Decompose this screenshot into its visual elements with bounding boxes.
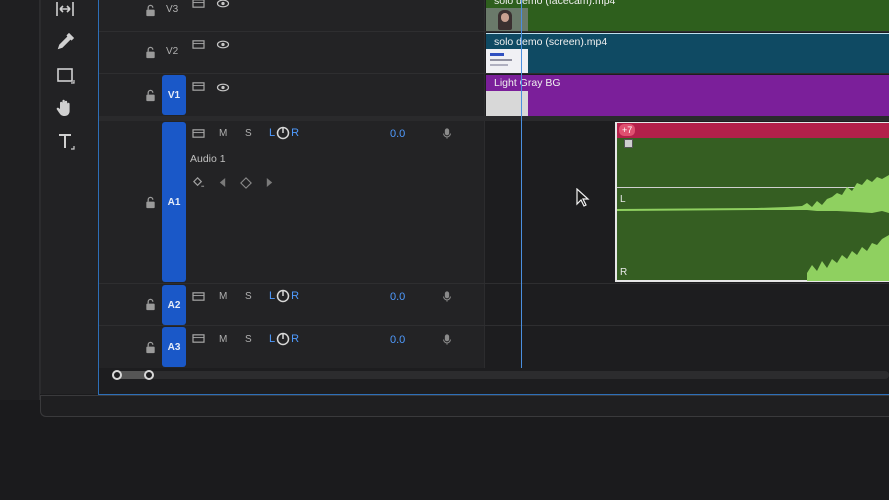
track-patch-v1[interactable]: V1 [162, 75, 186, 115]
mute-button[interactable]: M [219, 291, 227, 302]
track-name-a1[interactable]: Audio 1 [190, 153, 226, 165]
video-audio-divider[interactable] [99, 116, 889, 121]
hand-icon[interactable] [52, 96, 78, 120]
pan-knob[interactable]: L R [269, 126, 299, 140]
clip-a1-audio[interactable]: +7 L R [615, 122, 889, 282]
solo-button[interactable]: S [245, 334, 252, 345]
eye-icon[interactable] [216, 38, 230, 50]
audio-waveform [617, 175, 889, 281]
track-separator [99, 31, 889, 32]
clip-v1[interactable]: Light Gray BG [486, 75, 889, 116]
track-patch-a1[interactable]: A1 [162, 122, 186, 282]
track-patch-a2[interactable]: A2 [162, 285, 186, 325]
film-icon[interactable] [191, 127, 205, 139]
clip-title: solo demo (screen).mp4 [494, 36, 608, 48]
microphone-icon[interactable] [440, 127, 454, 139]
lock-icon[interactable] [143, 45, 157, 59]
zoom-scrollbar[interactable] [112, 371, 889, 379]
track-separator [99, 325, 889, 326]
track-patch-a3[interactable]: A3 [162, 327, 186, 367]
add-keyframe-icon[interactable] [240, 176, 252, 189]
lock-icon[interactable] [143, 3, 157, 17]
mute-button[interactable]: M [219, 334, 227, 345]
microphone-icon[interactable] [440, 290, 454, 302]
film-icon[interactable] [191, 80, 205, 92]
film-icon[interactable] [191, 332, 205, 344]
zoom-handle-left[interactable] [112, 370, 122, 380]
track-width-icon[interactable] [52, 0, 78, 21]
eye-icon[interactable] [216, 81, 230, 93]
rectangle-icon[interactable] [52, 63, 78, 87]
track-label-v2: V2 [166, 46, 179, 57]
type-icon[interactable] [52, 129, 78, 153]
film-icon[interactable] [191, 0, 205, 9]
pan-knob-icon [276, 332, 290, 346]
volume-value[interactable]: 0.0 [390, 334, 405, 346]
track-separator [99, 73, 889, 74]
clip-title: solo demo (facecam).mp4 [494, 0, 616, 7]
film-icon[interactable] [191, 290, 205, 302]
pan-left-label: L [269, 127, 276, 139]
pen-icon[interactable] [52, 30, 78, 54]
speed-badge: +7 [619, 124, 636, 136]
pan-left-label: L [269, 290, 276, 302]
zoom-handle-right[interactable] [144, 370, 154, 380]
mouse-cursor-icon [576, 188, 590, 207]
pan-left-label: L [269, 333, 276, 345]
clip-v2[interactable]: solo demo (screen).mp4 [486, 33, 889, 73]
pan-knob[interactable]: L R [269, 289, 299, 303]
lock-icon[interactable] [143, 297, 157, 311]
pan-knob-icon [276, 289, 290, 303]
volume-value[interactable]: 0.0 [390, 291, 405, 303]
microphone-icon[interactable] [440, 333, 454, 345]
film-icon[interactable] [191, 38, 205, 50]
solo-button[interactable]: S [245, 128, 252, 139]
lock-icon[interactable] [143, 195, 157, 209]
eye-icon[interactable] [216, 0, 230, 9]
pan-right-label: R [291, 290, 300, 302]
track-label-v3: V3 [166, 4, 179, 15]
volume-value[interactable]: 0.0 [390, 128, 405, 140]
keyframe-controls [192, 176, 274, 189]
clip-v3[interactable]: solo demo (facecam).mp4 [486, 0, 889, 31]
prev-keyframe-icon[interactable] [218, 177, 227, 188]
tools-panel-edge [0, 0, 40, 400]
track-separator [99, 283, 889, 284]
next-keyframe-icon[interactable] [265, 177, 274, 188]
keyframe-icon[interactable] [192, 176, 205, 189]
pan-right-label: R [291, 333, 300, 345]
solo-button[interactable]: S [245, 291, 252, 302]
pan-knob[interactable]: L R [269, 332, 299, 346]
header-divider[interactable] [484, 0, 485, 368]
lock-icon[interactable] [143, 88, 157, 102]
playhead[interactable] [521, 0, 522, 368]
tools-panel [40, 0, 98, 394]
clip-title: Light Gray BG [494, 77, 561, 89]
bottom-panel-frame [40, 395, 889, 417]
audio-clip-header [617, 123, 889, 138]
fx-icon[interactable] [624, 139, 633, 148]
pan-right-label: R [291, 127, 300, 139]
mute-button[interactable]: M [219, 128, 227, 139]
lock-icon[interactable] [143, 340, 157, 354]
pan-knob-icon [276, 126, 290, 140]
